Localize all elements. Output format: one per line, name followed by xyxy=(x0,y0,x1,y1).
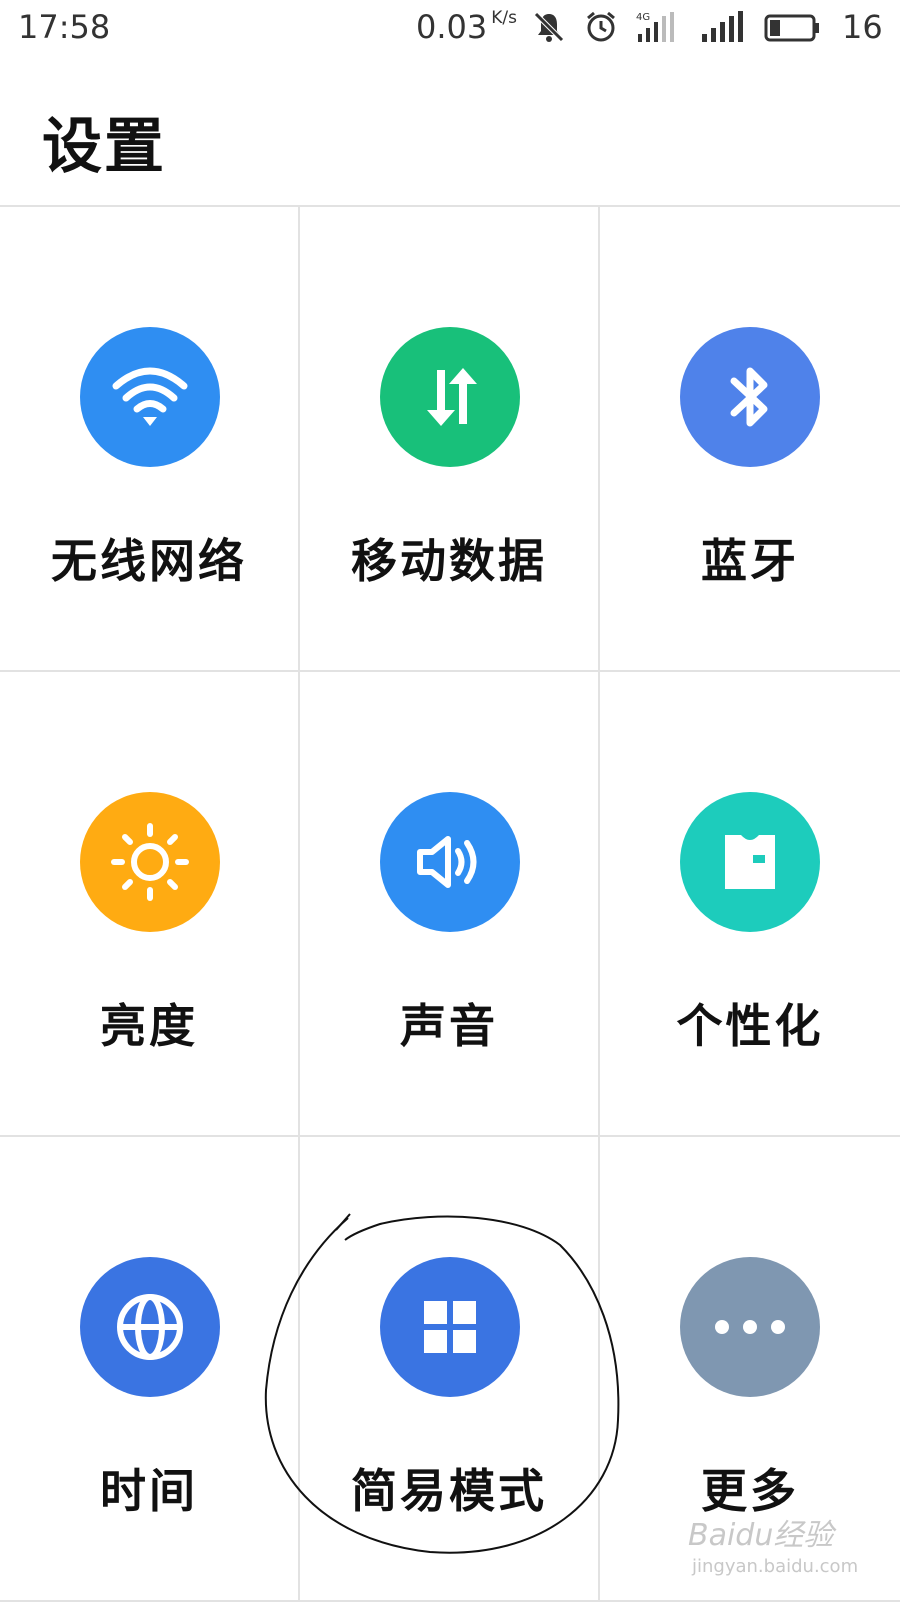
network-speed: 0.03 K/s xyxy=(416,8,517,46)
status-bar: 17:58 0.03 K/s 4G 16 xyxy=(0,0,900,56)
tile-brightness[interactable]: 亮度 xyxy=(0,672,300,1137)
tile-label-simple-mode: 简易模式 xyxy=(351,1464,547,1518)
battery-icon xyxy=(764,14,819,42)
tile-personalize[interactable]: 个性化 xyxy=(600,672,900,1137)
settings-grid: 无线网络 移动数据 蓝牙 亮度 声音 个性化 时间 简易模式 更多 xyxy=(0,205,900,1602)
personalize-icon xyxy=(680,792,820,932)
tile-label-bluetooth: 蓝牙 xyxy=(701,534,799,588)
network-speed-unit: K/s xyxy=(491,8,517,28)
grid-icon xyxy=(380,1257,520,1397)
tile-label-sound: 声音 xyxy=(400,999,498,1053)
tile-bluetooth[interactable]: 蓝牙 xyxy=(600,207,900,672)
tile-simple-mode[interactable]: 简易模式 xyxy=(300,1137,600,1602)
tile-time[interactable]: 时间 xyxy=(0,1137,300,1602)
watermark: Baidu经验 jingyan.baidu.com xyxy=(688,1510,858,1577)
sound-icon xyxy=(380,792,520,932)
watermark-brand: Baidu经验 xyxy=(688,1518,834,1553)
wifi-icon xyxy=(80,327,220,467)
tile-wifi[interactable]: 无线网络 xyxy=(0,207,300,672)
alarm-icon xyxy=(587,11,615,42)
more-icon xyxy=(680,1257,820,1397)
mute-icon xyxy=(534,12,564,42)
network-type-label: 4G xyxy=(636,12,650,23)
watermark-url: jingyan.baidu.com xyxy=(692,1556,859,1577)
brightness-icon xyxy=(80,792,220,932)
globe-icon xyxy=(80,1257,220,1397)
mobile-data-icon xyxy=(380,327,520,467)
page-title: 设置 xyxy=(42,112,166,182)
tile-label-personalize: 个性化 xyxy=(676,999,824,1053)
tile-label-mobile-data: 移动数据 xyxy=(351,534,547,588)
tile-label-time: 时间 xyxy=(100,1464,198,1518)
signal-4g-icon: 4G xyxy=(636,12,674,42)
tile-label-brightness: 亮度 xyxy=(100,999,198,1053)
bluetooth-icon xyxy=(680,327,820,467)
tile-mobile-data[interactable]: 移动数据 xyxy=(300,207,600,672)
tile-sound[interactable]: 声音 xyxy=(300,672,600,1137)
signal-icon xyxy=(702,11,743,42)
status-time: 17:58 xyxy=(18,8,111,46)
battery-level: 16 xyxy=(842,8,883,46)
tile-label-wifi: 无线网络 xyxy=(51,534,247,588)
